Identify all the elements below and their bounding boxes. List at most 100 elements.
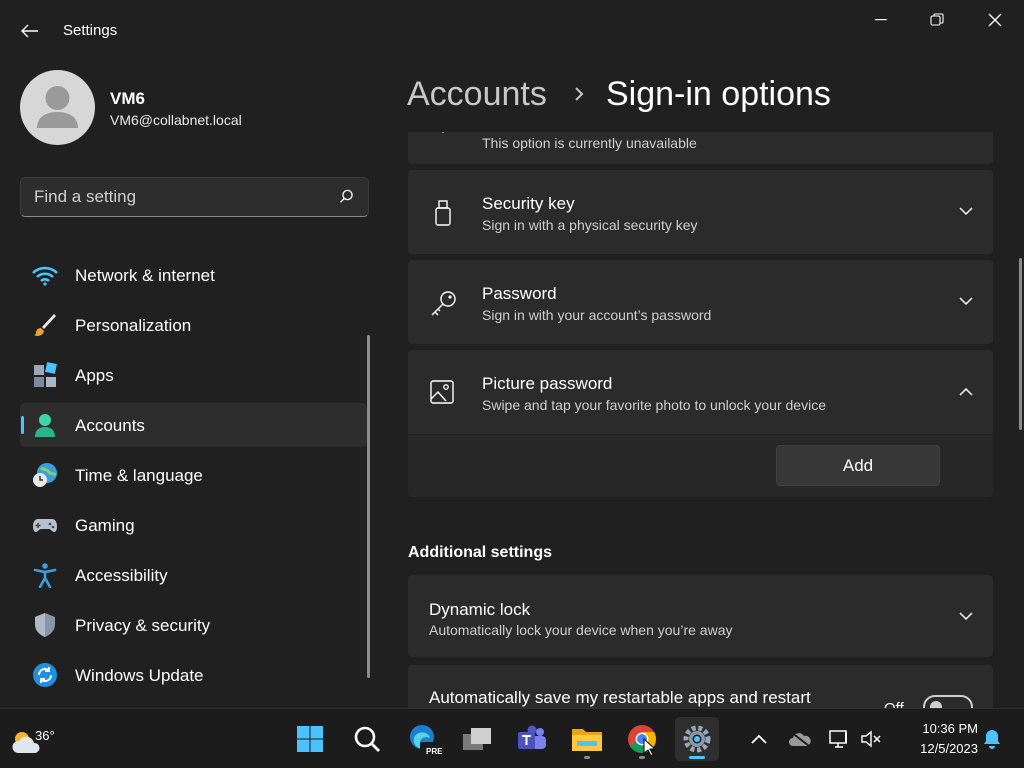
chevron-up-icon[interactable]: [959, 387, 973, 396]
settings-content: This option is currently unavailable Sec…: [408, 132, 996, 708]
sidebar-item-time-language[interactable]: Time & language: [20, 453, 367, 497]
network-monitor-icon: [829, 730, 847, 748]
globe-clock-icon: [33, 463, 58, 487]
chevron-down-icon[interactable]: [959, 297, 973, 306]
sidebar-item-label: Accounts: [75, 416, 145, 435]
search-icon: [354, 726, 380, 752]
card-title: Password: [482, 284, 557, 303]
sidebar-item-apps[interactable]: Apps: [20, 353, 367, 397]
mouse-cursor-icon: [643, 738, 655, 756]
app-title: Settings: [63, 22, 118, 39]
search-box: [20, 177, 369, 217]
close-icon: [988, 13, 1002, 27]
search-input[interactable]: [21, 178, 321, 216]
onedrive-offline-icon: [789, 731, 811, 747]
minimize-icon: [875, 19, 887, 21]
card-subtitle: This option is currently unavailable: [482, 135, 697, 151]
sidebar-item-label: Privacy & security: [75, 616, 211, 635]
breadcrumb-accounts-link[interactable]: Accounts: [407, 75, 547, 114]
card-subtitle: Sign in with a physical security key: [482, 217, 698, 233]
minimize-button[interactable]: [858, 6, 904, 34]
taskbar-search-button[interactable]: [345, 717, 389, 761]
start-button[interactable]: [288, 717, 332, 761]
running-indicator: [639, 756, 645, 759]
content-scrollbar[interactable]: [1019, 258, 1022, 430]
sidebar-item-windows-update[interactable]: Windows Update: [20, 653, 367, 697]
chevron-down-icon[interactable]: [959, 612, 973, 621]
clock-date: 12/5/2023: [920, 741, 978, 756]
sidebar-item-label: Gaming: [75, 516, 135, 535]
settings-button[interactable]: [675, 717, 719, 761]
dynamic-lock-card[interactable]: Dynamic lock Automatically lock your dev…: [408, 575, 993, 657]
toggle-knob-icon: [930, 701, 942, 708]
update-icon: [33, 663, 57, 687]
chrome-button[interactable]: [620, 717, 664, 761]
auto-restart-apps-card: Automatically save my restartable apps a…: [408, 665, 993, 708]
option-icon: [441, 132, 445, 133]
show-hidden-icons-button[interactable]: [738, 717, 780, 761]
chevron-up-icon: [751, 734, 767, 744]
settings-icon: [683, 725, 711, 753]
selected-indicator: [21, 416, 24, 434]
task-view-button[interactable]: [455, 717, 499, 761]
usb-key-icon: [435, 200, 451, 226]
key-icon: [431, 291, 456, 316]
sidebar-item-accounts[interactable]: Accounts: [20, 403, 367, 447]
start-icon: [297, 726, 323, 752]
running-indicator: [584, 756, 590, 759]
card-title: Picture password: [482, 374, 613, 393]
card-title: Automatically save my restartable apps a…: [429, 688, 811, 707]
teams-button[interactable]: [510, 717, 554, 761]
security-key-card[interactable]: Security key Sign in with a physical sec…: [408, 170, 993, 254]
sidebar-item-accessibility[interactable]: Accessibility: [20, 553, 367, 597]
sidebar-item-label: Personalization: [75, 316, 192, 335]
toggle-state-label: Off: [884, 700, 904, 708]
chevron-right-icon: [575, 87, 584, 101]
person-silhouette-icon: [37, 86, 78, 128]
sidebar-scrollbar[interactable]: [367, 335, 370, 678]
restore-icon: [930, 13, 944, 26]
sidebar-item-label: Accessibility: [75, 566, 168, 585]
picture-icon: [430, 380, 454, 404]
file-explorer-button[interactable]: [565, 717, 609, 761]
picture-password-card[interactable]: Picture password Swipe and tap your favo…: [408, 350, 993, 434]
page-title: Sign-in options: [606, 75, 831, 113]
search-icon[interactable]: [339, 189, 354, 204]
back-button[interactable]: [14, 18, 46, 44]
user-email: VM6@collabnet.local: [110, 112, 242, 128]
wifi-icon: [32, 266, 58, 286]
sidebar-item-label: Windows Update: [75, 666, 204, 685]
person-icon: [35, 414, 55, 437]
unavailable-option-card[interactable]: This option is currently unavailable: [408, 132, 993, 164]
onedrive-tray-button[interactable]: [780, 717, 820, 761]
chevron-down-icon[interactable]: [959, 207, 973, 216]
brush-icon: [34, 314, 56, 336]
auto-restart-toggle[interactable]: [923, 695, 973, 708]
sidebar-item-gaming[interactable]: Gaming: [20, 503, 367, 547]
task-view-icon: [463, 728, 491, 750]
password-card[interactable]: Password Sign in with your account’s pas…: [408, 260, 993, 344]
close-button[interactable]: [972, 6, 1018, 34]
volume-tray-button[interactable]: [852, 717, 890, 761]
notification-bell-icon: [984, 730, 1000, 749]
clock-time: 10:36 PM: [922, 721, 978, 736]
taskbar: 36° PRE 10:36 PM 12/5/2023: [0, 708, 1024, 768]
sidebar-item-personalization[interactable]: Personalization: [20, 303, 367, 347]
avatar: [20, 70, 95, 145]
edge-preview-badge: PRE: [426, 747, 443, 756]
sidebar-item-privacy-security[interactable]: Privacy & security: [20, 603, 367, 647]
sidebar-item-label: Apps: [75, 366, 114, 385]
sidebar-item-label: Time & language: [75, 466, 203, 485]
notifications-button[interactable]: [976, 717, 1008, 761]
section-heading: Additional settings: [408, 544, 552, 561]
edge-preview-button[interactable]: PRE: [401, 717, 445, 761]
restore-button[interactable]: [914, 6, 960, 34]
weather-widget[interactable]: 36°: [6, 717, 56, 761]
back-arrow-icon: [21, 24, 38, 38]
teams-icon: [518, 725, 546, 749]
active-indicator: [689, 756, 705, 759]
sidebar-item-label: Network & internet: [75, 266, 215, 285]
add-picture-password-button[interactable]: Add: [776, 445, 940, 486]
user-name: VM6: [110, 89, 145, 108]
sidebar-item-network[interactable]: Network & internet: [20, 253, 367, 297]
